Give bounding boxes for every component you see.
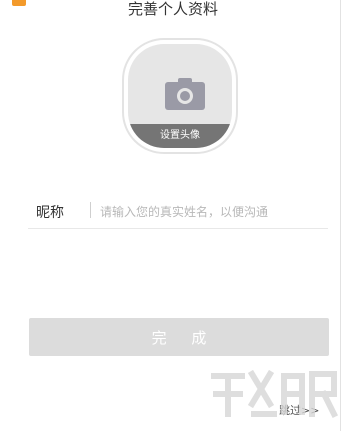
avatar[interactable]: 设置头像 [128,44,232,148]
profile-window: 完善个人资料 设置头像 昵称 完 成 跳过>> [0,0,341,431]
skip-link[interactable]: 跳过>> [279,402,319,418]
nickname-input[interactable] [98,200,330,224]
divider [90,202,91,218]
page-title: 完善个人资料 [127,0,218,18]
camera-icon [165,78,205,110]
set-avatar-label[interactable]: 设置头像 [128,124,232,148]
done-button[interactable]: 完 成 [29,318,329,356]
avatar-frame[interactable]: 设置头像 [122,38,238,154]
nickname-row: 昵称 [28,196,330,229]
nickname-label: 昵称 [36,205,64,221]
